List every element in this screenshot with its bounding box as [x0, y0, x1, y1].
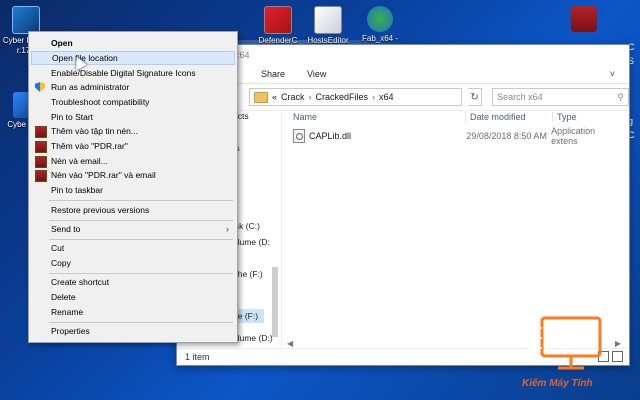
menu-pin-to-taskbar[interactable]: Pin to taskbar	[31, 183, 235, 197]
menu-separator	[49, 239, 233, 240]
desktop-icon-label: Fab_x64 -	[361, 34, 399, 43]
menu-copy[interactable]: Copy	[31, 256, 235, 270]
menu-digital-signature[interactable]: Enable/Disable Digital Signature Icons	[31, 66, 235, 80]
cyberlink-icon	[12, 6, 40, 34]
file-date: 29/08/2018 8:50 AM	[466, 131, 547, 141]
desktop-icon-fab[interactable]: Fab_x64 -	[356, 6, 404, 44]
hosts-editor-icon	[314, 6, 342, 34]
column-name[interactable]: Name	[293, 112, 465, 122]
menu-label: Send to	[51, 224, 81, 234]
menu-label: Open	[51, 38, 73, 48]
address-row: « Crack › CrackedFiles › x64 ↻ Search x6…	[177, 84, 629, 111]
watermark-text: Kiếm Máy Tính	[522, 378, 593, 389]
menu-delete[interactable]: Delete	[31, 290, 235, 304]
winrar-icon	[35, 141, 47, 153]
winrar-icon	[35, 126, 47, 138]
menu-pin-to-start[interactable]: Pin to Start	[31, 110, 235, 124]
search-placeholder: Search x64	[497, 92, 543, 102]
menu-separator	[49, 220, 233, 221]
menu-send-to[interactable]: Send to ›	[31, 222, 235, 236]
watermark-logo-icon	[523, 316, 602, 370]
tab-view[interactable]: View	[307, 69, 326, 79]
menu-label: Pin to Start	[51, 112, 94, 122]
scroll-left-icon[interactable]: ◀	[287, 339, 293, 348]
column-date-modified[interactable]: Date modified	[465, 112, 552, 122]
menu-add-to-archive[interactable]: Thêm vào tập tin nén...	[31, 124, 235, 138]
menu-run-as-admin[interactable]: Run as administrator	[31, 80, 235, 94]
menu-properties[interactable]: Properties	[31, 324, 235, 338]
winrar-icon	[35, 156, 47, 168]
menu-label: Thêm vào tập tin nén...	[51, 126, 138, 136]
shield-icon	[35, 82, 45, 92]
menu-open-file-location[interactable]: Open file location	[31, 51, 235, 65]
search-icon: ⚲	[617, 91, 624, 102]
menu-label: Cut	[51, 243, 65, 253]
menu-label: Delete	[51, 292, 76, 302]
ribbon-tabs: Share View ˅	[177, 65, 629, 84]
menu-label: Pin to taskbar	[51, 185, 103, 195]
column-type[interactable]: Type	[552, 112, 577, 122]
menu-label: Enable/Disable Digital Signature Icons	[51, 68, 196, 78]
menu-restore-versions[interactable]: Restore previous versions	[31, 203, 235, 217]
menu-label: Properties	[51, 326, 90, 336]
file-type: Application extens	[551, 126, 596, 146]
menu-separator	[49, 200, 233, 201]
breadcrumb-x64[interactable]: x64	[379, 92, 394, 102]
chevron-right-icon[interactable]: ›	[309, 92, 312, 102]
menu-label: Restore previous versions	[51, 205, 150, 215]
menu-label: Create shortcut	[51, 277, 110, 287]
chevron-right-icon[interactable]: ›	[372, 92, 375, 102]
item-count: 1 item	[185, 352, 210, 362]
folder-icon	[254, 91, 268, 103]
menu-label: Nén vào "PDR.rar" và email	[51, 170, 156, 180]
file-name-cell: CAPLib.dll	[293, 129, 462, 143]
fab-icon	[367, 6, 393, 32]
menu-label: Copy	[51, 258, 71, 268]
winrar-icon	[571, 6, 597, 32]
menu-add-to-pdr-rar[interactable]: Thêm vào "PDR.rar"	[31, 139, 235, 153]
column-headers: Name Date modified Type	[293, 109, 623, 125]
breadcrumb-crack[interactable]: Crack	[281, 92, 305, 102]
tab-share[interactable]: Share	[261, 69, 285, 79]
menu-compress-pdr-email[interactable]: Nén vào "PDR.rar" và email	[31, 168, 235, 182]
refresh-icon[interactable]: ↻	[468, 88, 483, 106]
search-input[interactable]: Search x64 ⚲	[492, 88, 629, 106]
winrar-icon	[35, 170, 47, 182]
menu-cut[interactable]: Cut	[31, 241, 235, 255]
menu-label: Nén và email...	[51, 156, 108, 166]
menu-compress-email[interactable]: Nén và email...	[31, 154, 235, 168]
menu-label: Run as administrator	[51, 82, 130, 92]
menu-separator	[49, 322, 233, 323]
nav-item-d-drive[interactable]: olume (D:	[233, 237, 270, 247]
chevron-right-icon: ›	[226, 224, 229, 234]
menu-rename[interactable]: Rename	[31, 305, 235, 319]
menu-label: Troubleshoot compatibility	[51, 97, 150, 107]
file-name: CAPLib.dll	[309, 131, 352, 141]
scrollbar-thumb[interactable]	[272, 267, 278, 337]
menu-troubleshoot[interactable]: Troubleshoot compatibility	[31, 95, 235, 109]
address-bar[interactable]: « Crack › CrackedFiles › x64	[249, 88, 463, 106]
nav-scrollbar[interactable]	[271, 117, 279, 347]
menu-create-shortcut[interactable]: Create shortcut	[31, 275, 235, 289]
defender-control-icon	[264, 6, 292, 34]
expand-ribbon-icon[interactable]: ˅	[610, 69, 615, 79]
dll-file-icon	[293, 129, 305, 143]
menu-label: Thêm vào "PDR.rar"	[51, 141, 128, 151]
desktop-icon-winrar[interactable]	[560, 6, 608, 34]
nav-item-d-drive-2[interactable]: olume (D:)	[233, 333, 273, 343]
breadcrumb-crackedfiles[interactable]: CrackedFiles	[316, 92, 369, 102]
file-row[interactable]: CAPLib.dll 29/08/2018 8:50 AM Applicatio…	[293, 126, 623, 146]
desktop-icon-defender[interactable]: DefenderC	[254, 6, 302, 46]
desktop-icon-hosts-editor[interactable]: HostsEditor	[304, 6, 352, 46]
title-bar[interactable]: x64	[177, 45, 629, 65]
menu-label: Rename	[51, 307, 84, 317]
context-menu: Open Open file location Enable/Disable D…	[28, 31, 238, 343]
breadcrumb-overflow[interactable]: «	[272, 92, 277, 102]
menu-open[interactable]: Open	[31, 36, 235, 50]
menu-separator	[49, 273, 233, 274]
